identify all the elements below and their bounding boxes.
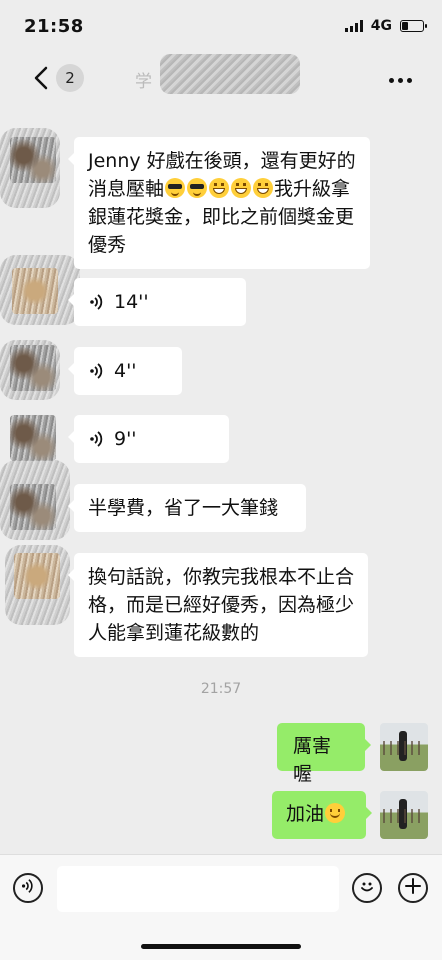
avatar[interactable] [10,345,56,391]
message-input[interactable] [57,866,339,912]
more-icon-dot [407,78,412,83]
message-text: 換句話說，你教完我根本不止合格，而是已經好優秀，因為極少人能拿到蓮花級數的 [88,566,355,644]
voice-icon [88,293,106,311]
avatar[interactable] [10,137,56,183]
voice-message-bubble[interactable]: 4'' [68,347,182,395]
voice-message-bubble[interactable]: 14'' [68,278,246,326]
home-indicator[interactable] [141,944,301,949]
message-text: 厲害喔 [293,735,332,785]
voice-icon [20,878,36,898]
signal-icon [344,20,363,32]
grin-emoji-icon [253,178,274,198]
back-button[interactable]: 2 [34,64,84,92]
plus-icon [405,878,421,898]
avatar[interactable] [14,553,60,599]
message-text: 半學費，省了一大筆錢 [88,497,279,519]
voice-icon [88,430,106,448]
avatar[interactable] [10,415,56,461]
status-indicators: 4G [344,18,427,34]
voice-input-button[interactable] [13,873,43,903]
more-button[interactable] [389,78,412,83]
message-bubble[interactable]: Jenny 好戲在後頭，還有更好的消息壓軸 我升級拿銀蓮花獎金，即比之前個獎金更優… [68,137,370,269]
emoji-icon [357,876,377,900]
cool-emoji-icon [165,178,186,198]
cool-emoji-icon [187,178,208,198]
chat-title: 学 [135,72,152,92]
message-bubble-sent[interactable]: 加油 [272,791,372,839]
voice-duration: 4'' [114,360,137,382]
smile-emoji-icon [325,803,346,823]
voice-duration: 14'' [114,291,149,313]
add-button[interactable] [398,873,428,903]
message-bubble[interactable]: 半學費，省了一大筆錢 [68,484,306,532]
grin-emoji-icon [209,178,230,198]
message-bubble-sent[interactable]: 厲害喔 [277,723,371,785]
status-time: 21:58 [24,16,84,37]
unread-count-badge: 2 [56,64,84,92]
avatar[interactable] [12,268,58,314]
chat-screen: 21:58 4G 2 学 Jenny 好戲在後頭，還有更好的消息壓軸 我升級拿銀… [0,0,442,960]
voice-duration: 9'' [114,428,137,450]
emoji-button[interactable] [352,873,382,903]
avatar[interactable] [10,484,56,530]
status-bar: 21:58 4G [0,0,442,52]
avatar-self[interactable] [380,791,428,839]
battery-icon [400,20,427,32]
more-icon-dot [389,78,394,83]
voice-icon [88,362,106,380]
voice-message-bubble[interactable]: 9'' [68,415,229,463]
avatar-self[interactable] [380,723,428,771]
network-label: 4G [370,18,392,34]
message-timestamp: 21:57 [200,681,242,697]
grin-emoji-icon [231,178,252,198]
chat-header: 2 学 [0,52,442,108]
chevron-left-icon [34,66,48,90]
redacted-title [160,54,300,94]
message-text: 加油 [286,803,325,825]
more-icon-dot [398,78,403,83]
message-bubble[interactable]: 換句話說，你教完我根本不止合格，而是已經好優秀，因為極少人能拿到蓮花級數的 [68,553,368,657]
battery-level [402,22,408,30]
